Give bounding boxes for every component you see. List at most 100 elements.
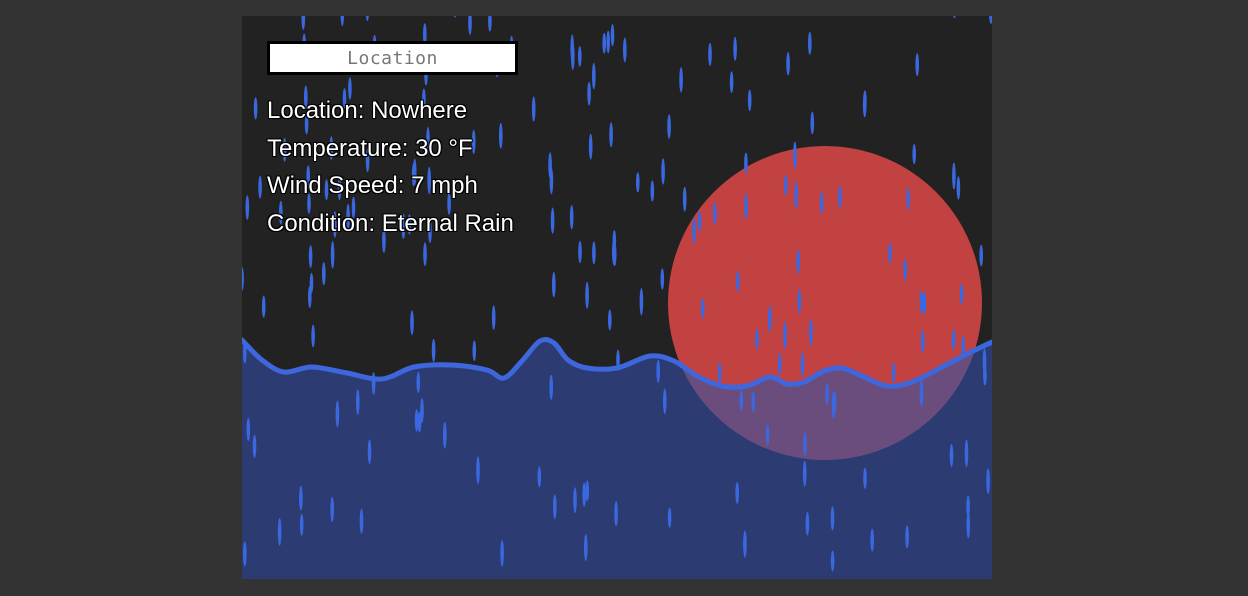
raindrop (729, 71, 734, 94)
raindrop (966, 495, 970, 518)
raindrop (831, 391, 836, 419)
raindrop (322, 262, 326, 286)
raindrop (959, 284, 964, 305)
raindrop (243, 342, 247, 364)
raindrop (365, 16, 369, 22)
raindrop (808, 31, 812, 55)
raindrop (744, 193, 748, 220)
raindrop (356, 389, 360, 415)
raindrop (570, 34, 574, 63)
raindrop (964, 439, 969, 467)
raindrop (606, 30, 610, 54)
raindrop (989, 16, 992, 24)
raindrop (245, 195, 250, 220)
raindrop (905, 525, 909, 549)
raindrop (468, 16, 472, 35)
raindrop (614, 500, 618, 527)
location-text: Location: Nowhere (267, 97, 468, 124)
raindrop (592, 241, 596, 265)
raindrop (717, 361, 722, 384)
raindrop (453, 16, 456, 18)
raindrop (747, 89, 752, 112)
raindrop (431, 338, 436, 363)
condition-text: Condition: Eternal Rain (267, 209, 514, 237)
raindrop (584, 534, 588, 562)
raindrop (862, 94, 867, 118)
raindrop (739, 390, 744, 411)
raindrop (667, 507, 672, 528)
raindrop (330, 496, 334, 522)
raindrop (299, 485, 303, 511)
raindrop (830, 506, 835, 531)
raindrop (656, 359, 660, 383)
raindrop (919, 379, 924, 407)
raindrop (491, 305, 496, 330)
raindrop (639, 287, 644, 316)
raindrop (612, 241, 617, 267)
raindrop (420, 398, 424, 424)
raindrop (825, 383, 829, 405)
raindrop (531, 96, 536, 122)
raindrop (838, 185, 842, 209)
raindrop (488, 16, 492, 32)
raindrop (578, 46, 582, 67)
raindrop (667, 114, 671, 139)
raindrop (410, 310, 414, 336)
raindrop (592, 62, 596, 90)
raindrop (650, 180, 655, 202)
raindrop (735, 482, 739, 504)
raindrop (953, 16, 956, 19)
raindrop (956, 176, 961, 200)
raindrop (553, 494, 557, 519)
raindrop (786, 52, 790, 76)
raindrop (679, 67, 683, 93)
raindrop (768, 305, 772, 333)
raindrop (663, 388, 667, 415)
temperature-text: Temperature: 30 °F (267, 134, 473, 162)
raindrop (733, 36, 737, 61)
raindrop (573, 487, 577, 514)
raindrop (660, 268, 665, 290)
wind-speed-text: Wind Speed: 7 mph (267, 172, 478, 199)
raindrop (800, 352, 805, 377)
raindrop (983, 364, 987, 386)
raindrop (443, 421, 447, 449)
raindrop (308, 245, 313, 268)
raindrop (616, 349, 620, 371)
raindrop (608, 309, 612, 331)
raindrop (371, 372, 376, 395)
raindrop (802, 460, 807, 487)
raindrop (585, 281, 589, 309)
raindrop (340, 16, 345, 27)
raindrop (311, 324, 315, 348)
raindrop (921, 330, 925, 354)
raindrop (423, 242, 427, 267)
raindrop (609, 122, 613, 148)
raindrop (552, 271, 556, 298)
raindrop (819, 191, 824, 215)
raindrop (569, 205, 574, 230)
location-search-input[interactable] (267, 41, 518, 75)
raindrop (335, 400, 340, 428)
raindrop (891, 362, 896, 383)
weather-info-panel: Location: Nowhere Temperature: 30 °F Win… (267, 92, 514, 242)
raindrop (915, 53, 919, 77)
raindrop (301, 16, 306, 30)
raindrop (582, 482, 586, 507)
raindrop (708, 42, 712, 66)
raindrop (253, 97, 258, 120)
raindrop (783, 175, 788, 196)
raindrop (870, 528, 874, 552)
raindrop (414, 409, 419, 432)
raindrop (863, 467, 867, 489)
raindrop (777, 352, 782, 375)
raindrop (330, 241, 335, 269)
raindrop (700, 298, 705, 319)
raindrop (242, 267, 244, 291)
raindrop (697, 210, 702, 232)
raindrop (906, 187, 910, 210)
raindrop (912, 144, 916, 165)
raindrop (805, 511, 810, 536)
raindrop (951, 329, 956, 351)
raindrop (367, 439, 372, 465)
